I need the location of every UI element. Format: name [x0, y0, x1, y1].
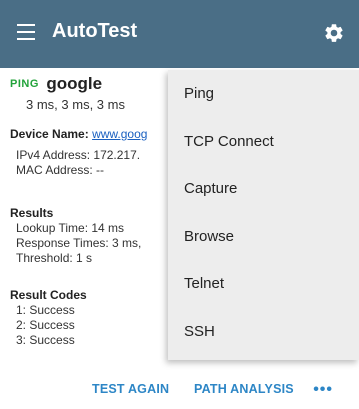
- lookup-time: Lookup Time: 14 ms: [16, 221, 125, 235]
- menu-item-tcp-connect[interactable]: TCP Connect: [168, 118, 359, 166]
- menu-item-ssh[interactable]: SSH: [168, 308, 359, 356]
- menu-icon[interactable]: [17, 24, 35, 40]
- ping-times: 3 ms, 3 ms, 3 ms: [26, 97, 125, 112]
- result-code-item: 2: Success: [16, 318, 75, 332]
- app-title: AutoTest: [52, 20, 138, 42]
- device-name-label: Device Name:: [10, 127, 89, 141]
- ipv4-label: IPv4 Address:: [16, 148, 91, 162]
- ping-target: google: [46, 74, 103, 93]
- result-codes-section: Result Codes 1: Success 2: Success 3: Su…: [10, 288, 87, 348]
- gear-icon[interactable]: [323, 22, 345, 44]
- mac-label: MAC Address:: [16, 163, 93, 177]
- device-section: Device Name: www.goog IPv4 Address: 172.…: [10, 127, 147, 178]
- menu-item-ping[interactable]: Ping: [168, 70, 359, 118]
- result-codes-heading: Result Codes: [10, 288, 87, 302]
- path-analysis-button[interactable]: PATH ANALYSIS: [194, 382, 294, 396]
- more-options-button[interactable]: •••: [313, 381, 333, 399]
- response-times: Response Times: 3 ms,: [16, 236, 142, 250]
- results-section: Results Lookup Time: 14 ms Response Time…: [10, 206, 141, 266]
- device-name-link[interactable]: www.goog: [92, 127, 147, 141]
- test-type-menu: Ping TCP Connect Capture Browse Telnet S…: [168, 70, 359, 360]
- menu-item-capture[interactable]: Capture: [168, 165, 359, 213]
- ping-header: PING google: [10, 74, 102, 94]
- mac-value: --: [96, 163, 105, 177]
- app-bar: AutoTest: [0, 0, 359, 68]
- action-bar: TEST AGAIN PATH ANALYSIS •••: [0, 374, 359, 404]
- ipv4-value: 172.217.: [93, 148, 141, 162]
- threshold: Threshold: 1 s: [16, 251, 93, 265]
- results-heading: Results: [10, 206, 54, 220]
- result-code-item: 1: Success: [16, 303, 75, 317]
- menu-item-browse[interactable]: Browse: [168, 213, 359, 261]
- menu-item-telnet[interactable]: Telnet: [168, 260, 359, 308]
- ping-tag: PING: [10, 78, 39, 90]
- result-code-item: 3: Success: [16, 333, 75, 347]
- test-again-button[interactable]: TEST AGAIN: [92, 382, 169, 396]
